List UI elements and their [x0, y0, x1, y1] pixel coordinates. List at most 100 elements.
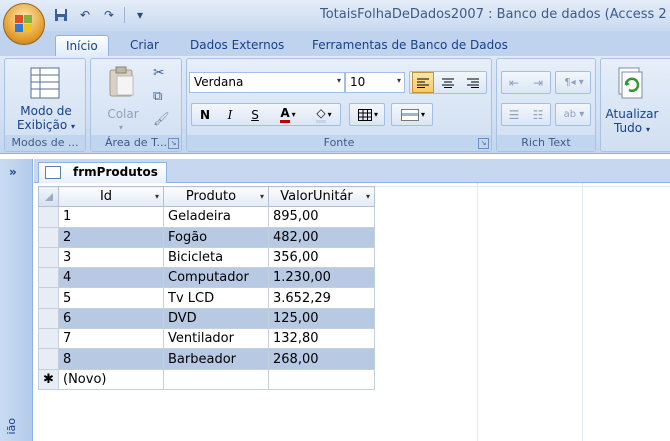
decrease-indent-icon[interactable]: ⇤ [503, 72, 525, 93]
cell-valor[interactable]: 132,80 [268, 328, 375, 350]
cell-id[interactable]: 1 [58, 206, 164, 228]
cell-id[interactable]: 5 [58, 287, 164, 309]
table-row[interactable]: 6 DVD 125,00 [38, 307, 375, 330]
cell-produto[interactable]: Computador [163, 267, 269, 289]
save-icon[interactable] [52, 6, 70, 24]
rich-text-group: ⇤ ⇥ ¶◂ ▾ ☰ ☷ ab ▾ Rich Text [496, 58, 596, 152]
list-group: ☰ ☷ [501, 103, 551, 126]
cell-valor[interactable]: 1.230,00 [268, 267, 375, 289]
cell-produto[interactable]: DVD [163, 307, 269, 330]
fill-color-icon[interactable]: ◇ ▾ [308, 104, 340, 125]
table-row[interactable]: 1 Geladeira 895,00 [38, 206, 375, 228]
cell-valor[interactable]: 482,00 [268, 226, 375, 248]
customize-icon[interactable]: ▾ [131, 6, 149, 24]
record-selector[interactable] [38, 267, 59, 289]
underline-icon[interactable]: S [244, 104, 266, 125]
cell-produto[interactable]: Tv LCD [163, 287, 269, 309]
italic-icon[interactable]: I [219, 104, 241, 125]
font-color-icon[interactable]: A ▾ [272, 104, 304, 125]
numbered-list-icon[interactable]: ☰ [503, 104, 525, 125]
text-direction-icon[interactable]: ¶◂ ▾ [558, 72, 590, 93]
column-header-valor[interactable]: ValorUnitár ▾ [268, 185, 375, 208]
navigation-pane[interactable]: » ião [0, 159, 33, 441]
chevron-down-icon[interactable]: ▾ [260, 192, 264, 201]
tab-ferramentas[interactable]: Ferramentas de Banco de Dados [302, 35, 518, 56]
cell-id[interactable]: 7 [58, 328, 164, 350]
table-row[interactable]: 3 Bicicleta 356,00 [38, 246, 375, 269]
record-selector[interactable] [38, 307, 59, 330]
copy-icon[interactable]: ⧉ [153, 89, 162, 104]
chevron-down-icon[interactable]: ▾ [155, 192, 159, 201]
dialog-launcher-icon[interactable]: ↘ [168, 138, 179, 149]
record-selector[interactable] [38, 348, 59, 370]
cell-new-produto[interactable] [163, 368, 269, 390]
align-left-icon[interactable] [412, 72, 434, 93]
bold-icon[interactable]: N [194, 104, 216, 125]
datasheet-table: Id ▾ Produto ▾ ValorUnitár ▾ 1 Geladeira 89… [38, 185, 375, 390]
cell-id[interactable]: 8 [58, 348, 164, 370]
cell-valor[interactable]: 895,00 [268, 206, 375, 228]
cell-id[interactable]: 4 [58, 267, 164, 289]
cell-valor[interactable]: 268,00 [268, 348, 375, 370]
gridlines-icon[interactable]: ▾ [352, 104, 384, 125]
align-right-icon[interactable] [462, 72, 484, 93]
office-button[interactable] [3, 3, 45, 45]
view-button-label[interactable]: Modo de Exibição ▾ [7, 104, 85, 134]
highlight-icon[interactable]: ab ▾ [558, 104, 590, 125]
table-row[interactable]: 7 Ventilador 132,80 [38, 328, 375, 350]
cell-id[interactable]: 2 [58, 226, 164, 248]
undo-icon[interactable]: ↶ [76, 6, 94, 24]
cell-id[interactable]: 3 [58, 246, 164, 269]
alternate-fill-icon[interactable]: ▾ [394, 104, 432, 125]
record-selector[interactable] [38, 206, 59, 228]
column-header-id[interactable]: Id ▾ [58, 185, 164, 208]
dialog-launcher-icon[interactable]: ↘ [478, 138, 489, 149]
record-selector[interactable] [38, 287, 59, 309]
font-family-combo[interactable]: Verdana ▾ [189, 72, 345, 93]
cell-new-valor[interactable] [268, 368, 375, 390]
table-row[interactable]: 2 Fogão 482,00 [38, 226, 375, 248]
format-painter-icon[interactable]: 🖌 [153, 112, 170, 127]
column-header-produto[interactable]: Produto ▾ [163, 185, 269, 208]
paste-label[interactable]: Colar [101, 107, 145, 121]
column-header-label: Id [99, 189, 113, 205]
refresh-all-label[interactable]: Atualizar Tudo ▾ [601, 107, 663, 137]
cell-produto[interactable]: Bicicleta [163, 246, 269, 269]
datasheet-view-icon[interactable] [30, 67, 60, 102]
new-record-row[interactable]: ✱ (Novo) [38, 368, 375, 390]
align-center-icon[interactable] [437, 72, 459, 93]
table-row[interactable]: 4 Computador 1.230,00 [38, 267, 375, 289]
tab-dados-externos[interactable]: Dados Externos [180, 35, 294, 56]
ribbon: Modo de Exibição ▾ Modos de ... Colar ▾ … [0, 56, 670, 154]
cell-produto[interactable]: Barbeador [163, 348, 269, 370]
cell-produto[interactable]: Fogão [163, 226, 269, 248]
cell-id[interactable]: 6 [58, 307, 164, 330]
bullet-list-icon[interactable]: ☷ [527, 104, 549, 125]
font-size-combo[interactable]: 10 ▾ [345, 72, 405, 93]
cell-produto[interactable]: Geladeira [163, 206, 269, 228]
increase-indent-icon[interactable]: ⇥ [527, 72, 549, 93]
cut-icon[interactable]: ✂ [153, 65, 165, 81]
record-selector[interactable] [38, 328, 59, 350]
table-row[interactable]: 5 Tv LCD 3.652,29 [38, 287, 375, 309]
paste-icon[interactable] [108, 66, 136, 101]
chevron-down-icon[interactable]: ▾ [366, 192, 370, 201]
select-all-corner[interactable] [38, 185, 59, 208]
table-row[interactable]: 8 Barbeador 268,00 [38, 348, 375, 370]
paste-dropdown-icon[interactable]: ▾ [119, 123, 123, 132]
cell-valor[interactable]: 125,00 [268, 307, 375, 330]
redo-icon[interactable]: ↷ [100, 6, 118, 24]
cell-new-id[interactable]: (Novo) [58, 368, 164, 390]
cell-produto[interactable]: Ventilador [163, 328, 269, 350]
tab-criar[interactable]: Criar [120, 35, 169, 56]
tab-inicio[interactable]: Início [55, 35, 109, 56]
record-selector[interactable] [38, 226, 59, 248]
cell-valor[interactable]: 356,00 [268, 246, 375, 269]
tab-frmprodutos[interactable]: frmProdutos [38, 162, 167, 183]
record-selector[interactable] [38, 246, 59, 269]
cell-valor[interactable]: 3.652,29 [268, 287, 375, 309]
expand-nav-icon[interactable]: » [9, 165, 17, 179]
new-record-icon[interactable]: ✱ [38, 368, 59, 390]
refresh-all-icon[interactable] [616, 67, 644, 102]
empty-gridline [375, 186, 670, 187]
